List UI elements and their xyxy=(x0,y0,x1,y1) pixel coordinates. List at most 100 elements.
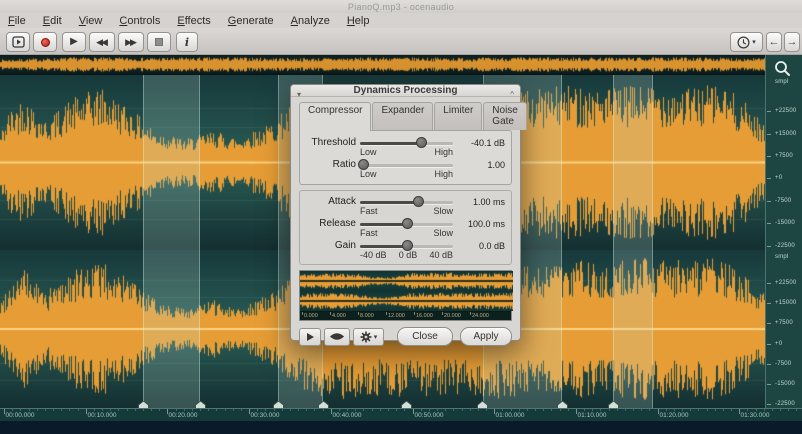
release-slider[interactable] xyxy=(360,218,453,229)
timeline-minor-tick xyxy=(568,409,569,411)
play-selection-button[interactable] xyxy=(6,32,30,52)
fast-forward-button[interactable]: ▶▶ xyxy=(118,32,144,52)
close-button[interactable]: Close xyxy=(397,327,453,346)
timeline-minor-tick xyxy=(29,409,30,411)
gain-slider-row: Gain 0.0 dB -40 dB 0 dB 40 dB xyxy=(306,240,505,260)
play-button[interactable]: ▶ xyxy=(62,32,86,52)
menu-controls[interactable]: Controls xyxy=(119,15,160,27)
timeline-minor-tick xyxy=(698,409,699,411)
scale-label: -7500 xyxy=(775,361,791,367)
gain-slider[interactable] xyxy=(360,240,453,251)
scale-tick xyxy=(767,283,771,284)
redo-forward-button[interactable]: → xyxy=(784,32,800,52)
timeline-ruler[interactable]: 00:00.00000:10.00000:20.00000:30.00000:4… xyxy=(0,408,802,421)
timeline-minor-tick xyxy=(723,409,724,411)
dialog-menu-caret-icon[interactable]: ▾ xyxy=(297,90,301,99)
gain-slider-knob[interactable] xyxy=(402,240,413,251)
ratio-min-label: Low xyxy=(360,169,377,179)
tab-expander[interactable]: Expander xyxy=(372,102,433,130)
preview-settings-button[interactable]: ▾ xyxy=(353,328,384,346)
timeline-minor-tick xyxy=(609,409,610,411)
timeline-label: 00:20.000 xyxy=(169,412,198,419)
dialog-header[interactable]: ▾ Dynamics Processing ^ xyxy=(291,85,520,97)
threshold-max-label: High xyxy=(434,147,453,157)
timeline-minor-tick xyxy=(633,409,634,411)
attack-slider[interactable] xyxy=(360,196,453,207)
threshold-slider-knob[interactable] xyxy=(416,137,427,148)
timeline-label: 01:10.000 xyxy=(578,412,607,419)
scale-tick xyxy=(767,344,771,345)
timeline-minor-tick xyxy=(551,409,552,411)
title-bar: PianoQ.mp3 - ocenaudio xyxy=(0,0,802,13)
scale-tick xyxy=(767,156,771,157)
bypass-compare-button[interactable] xyxy=(324,328,350,346)
timeline-minor-tick xyxy=(592,409,593,411)
menu-generate[interactable]: Generate xyxy=(228,15,274,27)
gain-min-label: -40 dB xyxy=(360,250,387,260)
horizontal-scrollbar[interactable] xyxy=(0,421,802,434)
undo-back-button[interactable]: ← xyxy=(766,32,782,52)
preview-play-button[interactable] xyxy=(299,328,321,346)
preview-ruler-label: 0.000 xyxy=(304,313,318,319)
tab-noise-gate[interactable]: Noise Gate xyxy=(483,102,527,130)
timeline-minor-tick xyxy=(184,409,185,411)
ratio-value: 1.00 xyxy=(457,160,505,170)
timeline-minor-tick xyxy=(396,409,397,411)
rewind-button[interactable]: ◀◀ xyxy=(89,32,115,52)
preview-waveform-canvas[interactable] xyxy=(300,271,513,311)
info-icon: i xyxy=(185,37,189,48)
timeline-minor-tick xyxy=(192,409,193,411)
preview-ruler-label: 20.000 xyxy=(444,313,461,319)
preview-ruler-label: 4.000 xyxy=(332,313,346,319)
scale-label: +0 xyxy=(775,341,782,347)
amplitude-scale-column[interactable]: smpl+22500+15000+7500+0-7500-15000-22500… xyxy=(765,55,802,408)
menu-file[interactable]: File xyxy=(8,15,26,27)
menu-effects[interactable]: Effects xyxy=(177,15,210,27)
tab-compressor[interactable]: Compressor xyxy=(299,102,371,131)
dialog-shade-icon[interactable]: ^ xyxy=(510,90,514,99)
menu-help[interactable]: Help xyxy=(347,15,370,27)
timeline-minor-tick xyxy=(159,409,160,411)
waveform-overview-strip[interactable] xyxy=(0,55,765,75)
timeline-label: 00:10.000 xyxy=(88,412,117,419)
threshold-slider[interactable] xyxy=(360,137,453,148)
menu-analyze[interactable]: Analyze xyxy=(291,15,330,27)
release-slider-knob[interactable] xyxy=(402,218,413,229)
timeline-minor-tick xyxy=(78,409,79,411)
timeline-minor-tick xyxy=(372,409,373,411)
effect-preview-waveform: 0.0004.0008.00012.00016.00020.00024.000 xyxy=(299,270,512,321)
stop-button[interactable] xyxy=(147,32,171,52)
timeline-minor-tick xyxy=(388,409,389,411)
timeline-minor-tick xyxy=(216,409,217,411)
timeline-minor-tick xyxy=(764,409,765,411)
preview-ruler-label: 8.000 xyxy=(360,313,374,319)
timeline-minor-tick xyxy=(486,409,487,411)
scale-label: +22500 xyxy=(775,280,796,286)
menu-edit[interactable]: Edit xyxy=(43,15,62,27)
apply-button[interactable]: Apply xyxy=(460,327,512,346)
timeline-label: 01:30.000 xyxy=(741,412,770,419)
scale-label: -22500 xyxy=(775,243,795,249)
scale-label: +22500 xyxy=(775,108,796,114)
timeline-minor-tick xyxy=(666,409,667,411)
attack-slider-knob[interactable] xyxy=(413,196,424,207)
timeline-minor-tick xyxy=(584,409,585,411)
scale-label: smpl xyxy=(775,254,788,260)
history-clock-button[interactable]: ▾ xyxy=(730,32,763,52)
info-button[interactable]: i xyxy=(176,32,198,52)
scale-label: +15000 xyxy=(775,131,796,137)
record-button[interactable] xyxy=(33,32,57,52)
timeline-minor-tick xyxy=(731,409,732,411)
ratio-slider-knob[interactable] xyxy=(358,159,369,170)
timeline-label: 01:20.000 xyxy=(660,412,689,419)
ratio-slider[interactable] xyxy=(360,159,453,170)
menu-view[interactable]: View xyxy=(79,15,103,27)
tab-limiter[interactable]: Limiter xyxy=(434,102,482,130)
timeline-minor-tick xyxy=(560,409,561,411)
zoom-search-icon[interactable] xyxy=(774,60,791,77)
timeline-label: 00:40.000 xyxy=(333,412,362,419)
bypass-lens-icon xyxy=(329,332,345,341)
release-label: Release xyxy=(306,218,356,229)
timeline-minor-tick xyxy=(127,409,128,411)
attack-label: Attack xyxy=(306,196,356,207)
